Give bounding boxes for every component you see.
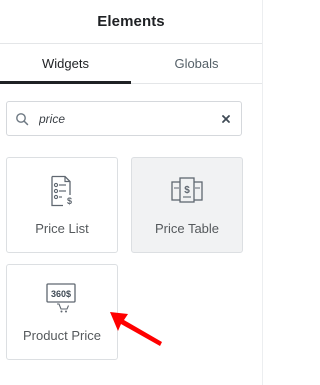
search-icon	[7, 102, 37, 135]
panel-scrollbar[interactable]	[262, 0, 272, 385]
tab-widgets-label: Widgets	[42, 56, 89, 71]
widget-price-table-label: Price Table	[154, 221, 220, 236]
svg-text:$: $	[184, 185, 190, 196]
search-box	[6, 101, 242, 136]
price-list-icon: $	[7, 174, 117, 208]
widget-price-table[interactable]: $ Price Table	[131, 157, 243, 253]
panel-title: Elements	[97, 13, 165, 30]
elements-panel: Elements Widgets Globals price $ Price L…	[0, 0, 262, 385]
svg-text:$: $	[67, 196, 72, 206]
panel-tabs: Widgets Globals	[0, 44, 262, 84]
red-arrow-pointer-icon	[110, 312, 162, 346]
tab-globals[interactable]: Globals	[131, 44, 262, 83]
tab-widgets[interactable]: Widgets	[0, 44, 131, 84]
price-table-icon: $	[132, 174, 242, 208]
search-input[interactable]	[37, 103, 211, 134]
tab-globals-label: Globals	[174, 56, 219, 71]
widget-price-list-label: Price List	[35, 221, 89, 236]
product-price-icon-text: 360$	[51, 289, 71, 299]
clear-search-icon[interactable]	[211, 102, 241, 135]
panel-header: Elements	[0, 0, 262, 44]
widget-price-list[interactable]: $ Price List	[6, 157, 118, 253]
